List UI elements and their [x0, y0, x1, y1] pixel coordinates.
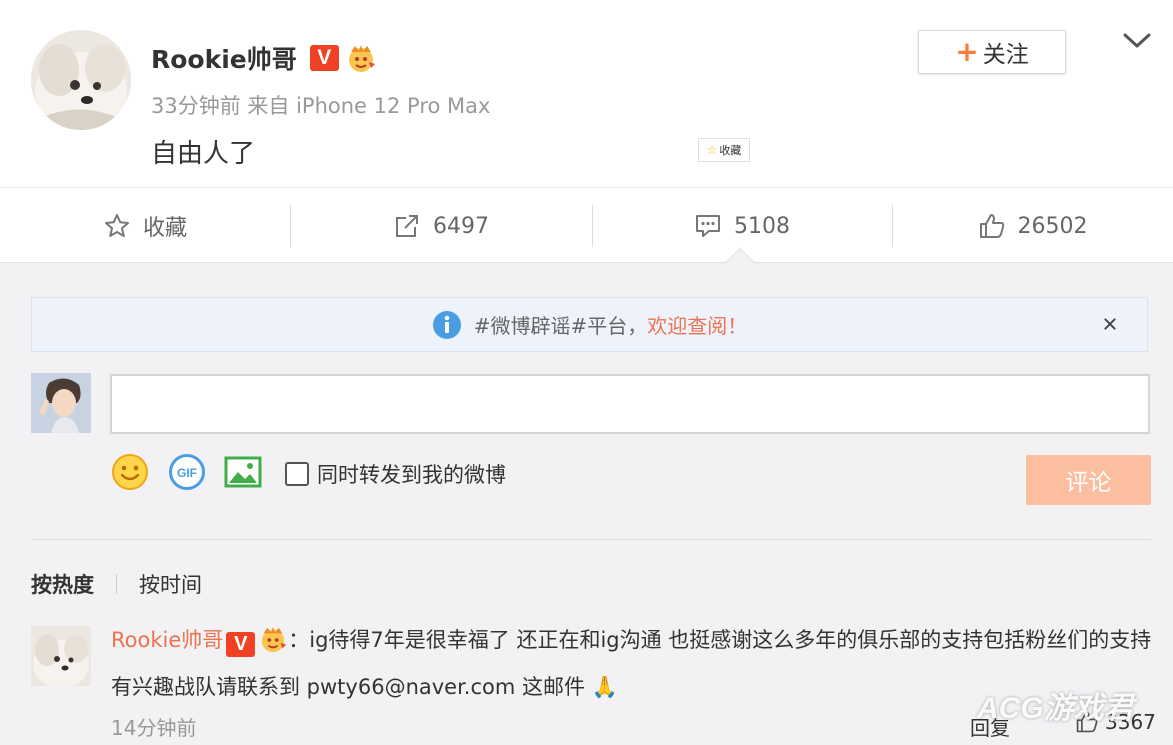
- my-avatar[interactable]: [31, 373, 91, 433]
- post-card: Rookie帅哥 V 33分钟前 来自 iPhone 12 Pro Max 自由…: [0, 0, 1173, 187]
- divider: [116, 574, 117, 594]
- sort-tabs: 按热度 按时间: [31, 569, 202, 599]
- repost-label: 同时转发到我的微博: [317, 463, 506, 487]
- author-line: Rookie帅哥 V: [151, 40, 377, 76]
- submit-comment-button[interactable]: 评论: [1026, 455, 1151, 505]
- favorite-action[interactable]: 收藏: [0, 188, 290, 264]
- notice-text: #微博辟谣#平台，: [473, 314, 648, 338]
- gif-icon[interactable]: GIF: [168, 453, 206, 491]
- mini-favorite-button[interactable]: ☆ 收藏: [698, 138, 750, 162]
- tab-sort-by-hot[interactable]: 按热度: [31, 569, 94, 599]
- share-icon: [396, 215, 418, 237]
- divider: [31, 539, 1151, 540]
- close-icon[interactable]: [1103, 311, 1129, 337]
- info-icon: [432, 310, 461, 339]
- comment-input[interactable]: [110, 374, 1150, 434]
- checkbox-icon[interactable]: [285, 462, 309, 486]
- like-count: 26502: [1017, 213, 1088, 239]
- verified-badge-icon: V: [309, 45, 339, 71]
- author-name[interactable]: Rookie帅哥: [151, 40, 297, 76]
- author-avatar[interactable]: [31, 30, 131, 130]
- star-icon: ☆: [706, 143, 718, 157]
- rumor-notice: #微博辟谣#平台， 欢迎查阅！: [31, 297, 1148, 352]
- comment-author[interactable]: Rookie帅哥: [111, 628, 223, 652]
- like-action[interactable]: 26502: [892, 188, 1173, 264]
- comment-icon: [696, 215, 720, 237]
- star-outline-icon: [104, 214, 129, 237]
- svg-text:GIF: GIF: [177, 466, 197, 480]
- forward-action[interactable]: 6497: [290, 188, 592, 264]
- emoji-icon[interactable]: [111, 453, 149, 491]
- comment-separator: ：: [288, 628, 310, 652]
- thumbs-up-icon: [979, 214, 1004, 238]
- comment-avatar[interactable]: [31, 626, 91, 686]
- member-crown-icon: [348, 45, 375, 72]
- plus-icon: +: [955, 35, 979, 68]
- post-text: 自由人了: [151, 139, 256, 169]
- comment-count: 5108: [734, 213, 790, 239]
- chevron-down-icon[interactable]: [1122, 30, 1152, 52]
- favorite-label: 收藏: [142, 216, 187, 241]
- member-crown-icon: [262, 626, 287, 653]
- action-bar: 收藏 6497 5108 26502: [0, 187, 1173, 263]
- notice-link[interactable]: 欢迎查阅！: [647, 310, 747, 339]
- post-meta: 33分钟前 来自 iPhone 12 Pro Max: [151, 94, 491, 118]
- verified-badge-icon: V: [226, 632, 256, 657]
- comment-time: 14分钟前: [111, 716, 197, 740]
- repost-checkbox[interactable]: 同时转发到我的微博: [285, 459, 506, 489]
- follow-label: 关注: [982, 42, 1029, 68]
- watermark: ACG游戏君: [977, 692, 1134, 725]
- tab-sort-by-time[interactable]: 按时间: [139, 569, 202, 599]
- image-icon[interactable]: [224, 453, 262, 491]
- follow-button[interactable]: + 关注: [918, 30, 1066, 74]
- forward-count: 6497: [433, 213, 489, 239]
- mini-favorite-label: 收藏: [719, 144, 742, 157]
